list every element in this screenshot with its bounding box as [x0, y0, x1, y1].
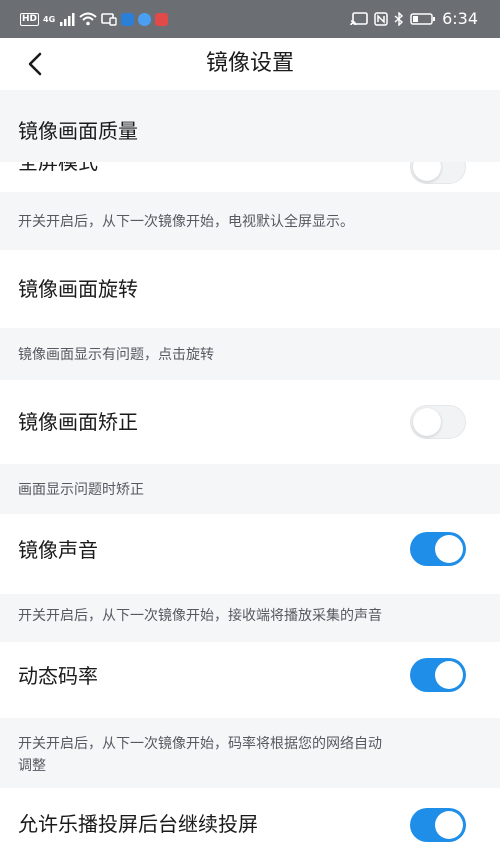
toggle-knob	[435, 535, 463, 563]
wifi-icon	[79, 12, 97, 26]
setting-row-fullscreen[interactable]: 全屏模式	[0, 162, 500, 192]
cast-icon	[350, 12, 368, 26]
bitrate-toggle[interactable]	[410, 658, 466, 692]
mail-icon	[155, 12, 169, 26]
setting-label: 镜像画面旋转	[18, 277, 138, 301]
setting-label: 允许乐播投屏后台继续投屏	[18, 812, 258, 836]
correction-desc-text: 画面显示问题时矫正	[18, 482, 144, 498]
setting-description: 画面显示问题时矫正	[0, 464, 500, 514]
setting-row-correction[interactable]: 镜像画面矫正	[0, 380, 500, 464]
setting-description: 开关开启后，从下一次镜像开始，电视默认全屏显示。	[0, 192, 500, 250]
bitrate-desc-line2: 调整	[18, 758, 46, 774]
setting-row-bitrate[interactable]: 动态码率	[0, 642, 500, 718]
setting-row-rotation[interactable]: 镜像画面旋转	[0, 250, 500, 328]
status-bar: HD 4G 6:34	[0, 0, 500, 38]
setting-description: 开关开启后，从下一次镜像开始，接收端将播放采集的声音	[0, 594, 500, 642]
app-notification-icon	[121, 12, 135, 26]
bitrate-desc-line1: 开关开启后，从下一次镜像开始，码率将根据您的网络自动	[18, 736, 382, 752]
nfc-icon	[374, 12, 388, 26]
toggle-knob	[413, 162, 441, 181]
nav-bar: 镜像设置	[0, 38, 500, 90]
correction-toggle[interactable]	[410, 405, 466, 439]
setting-label: 全屏模式	[18, 162, 98, 174]
status-bar-left: HD 4G	[20, 10, 169, 28]
sound-toggle[interactable]	[410, 532, 466, 566]
setting-label: 镜像声音	[18, 538, 98, 562]
signal-icon	[60, 13, 75, 26]
status-bar-right: 6:34	[350, 10, 478, 28]
setting-row-sound[interactable]: 镜像声音	[0, 514, 500, 594]
battery-icon	[410, 13, 436, 25]
section-header: 镜像画面质量	[0, 100, 500, 162]
setting-description: 镜像画面显示有问题，点击旋转	[0, 328, 500, 380]
fullscreen-toggle[interactable]	[410, 162, 466, 184]
background-cast-toggle[interactable]	[410, 808, 466, 842]
rotation-desc-text: 镜像画面显示有问题，点击旋转	[18, 347, 214, 363]
setting-row-background-cast[interactable]: 允许乐播投屏后台继续投屏	[0, 788, 500, 866]
clock: 6:34	[442, 9, 478, 28]
setting-description: 开关开启后，从下一次镜像开始，码率将根据您的网络自动 调整	[0, 718, 500, 788]
toggle-knob	[435, 811, 463, 839]
nav-separator	[0, 90, 500, 100]
setting-label: 镜像画面矫正	[18, 410, 138, 434]
sound-desc-text: 开关开启后，从下一次镜像开始，接收端将播放采集的声音	[18, 608, 382, 624]
fullscreen-desc-text: 开关开启后，从下一次镜像开始，电视默认全屏显示。	[18, 214, 354, 230]
cloud-icon	[138, 12, 152, 26]
screen-share-icon	[101, 13, 117, 26]
bluetooth-icon	[394, 12, 404, 26]
toggle-knob	[435, 661, 463, 689]
page-title: 镜像设置	[205, 51, 294, 76]
toggle-knob	[413, 408, 441, 436]
hd-badge: HD	[20, 12, 40, 26]
setting-label: 动态码率	[18, 664, 98, 688]
network-type-label: 4G	[43, 14, 56, 24]
